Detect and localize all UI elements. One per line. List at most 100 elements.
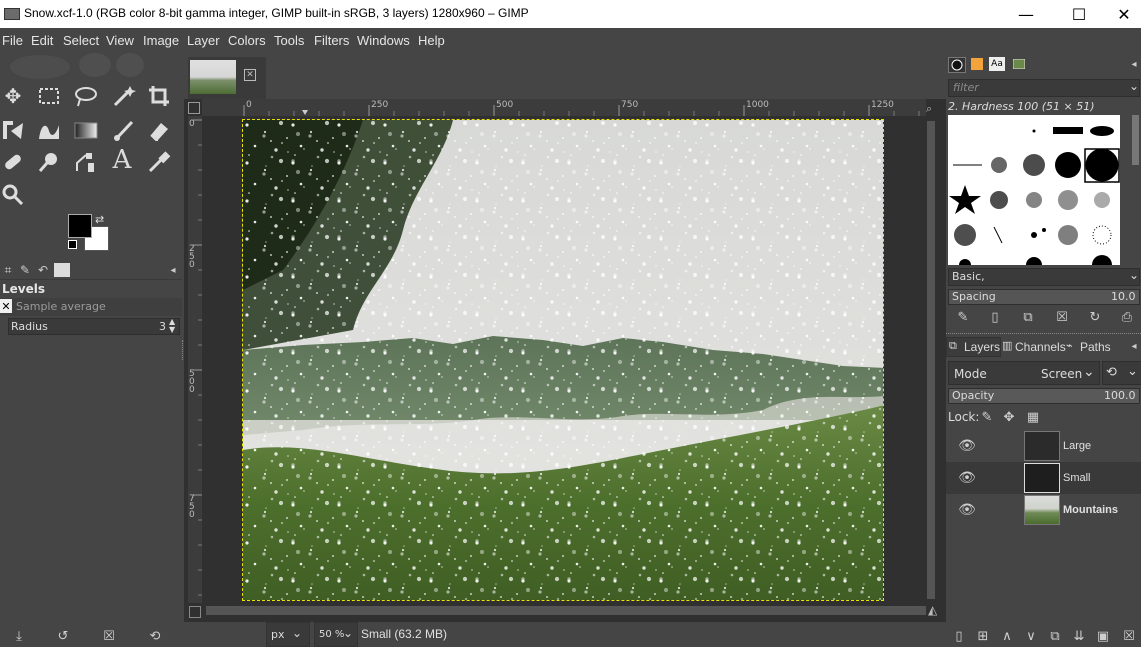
brush-tag-field[interactable]: Basic, ⌄ <box>948 268 1140 286</box>
configure-tab-icon[interactable]: ◂ <box>1126 57 1141 71</box>
patterns-tab-icon[interactable] <box>969 57 985 71</box>
brush-filter-input[interactable]: filter ⌄ <box>948 79 1140 97</box>
new-layer-group-icon[interactable]: ⊞ <box>974 628 992 644</box>
images-tab-icon[interactable] <box>54 263 70 277</box>
text-tool-icon[interactable]: A <box>109 145 135 175</box>
undo-history-tab-icon[interactable]: ↶ <box>35 263 51 277</box>
lock-position-icon[interactable]: ✥ <box>1000 409 1018 425</box>
navigate-icon[interactable]: ⌕ <box>926 102 938 115</box>
radius-spinbox[interactable]: Radius 3 ▲ ▼ <box>8 318 180 335</box>
menu-file[interactable]: File <box>2 33 23 48</box>
brush-grid-scrollbar[interactable] <box>1132 115 1139 165</box>
color-picker-tool-icon[interactable] <box>146 149 172 175</box>
delete-layer-icon[interactable]: ☒ <box>1120 628 1138 644</box>
layer-row-small[interactable]: 👁 Small <box>946 462 1141 494</box>
lasso-tool-icon[interactable] <box>73 83 99 109</box>
zoom-toggle-corner[interactable] <box>189 606 201 618</box>
default-colors-icon[interactable] <box>68 240 77 249</box>
layer-mode-selector[interactable]: Mode Screen ⌄ <box>948 361 1100 385</box>
vertical-ruler: 0 250 500 750 <box>188 116 202 603</box>
menu-layer[interactable]: Layer <box>187 33 220 48</box>
menu-edit[interactable]: Edit <box>31 33 53 48</box>
heal-tool-icon[interactable] <box>0 149 26 175</box>
fuzzy-select-tool-icon[interactable] <box>111 83 137 109</box>
menu-colors[interactable]: Colors <box>228 33 266 48</box>
eye-icon[interactable]: 👁 <box>956 499 978 521</box>
layer-row-mountains[interactable]: 👁 Mountains <box>946 494 1141 526</box>
menu-select[interactable]: Select <box>63 33 99 48</box>
layers-tab[interactable]: ⧉ Layers <box>946 337 1001 357</box>
chevron-down-icon[interactable]: ⌄ <box>1129 268 1139 282</box>
duplicate-brush-icon[interactable]: ⧉ <box>1019 309 1037 325</box>
unit-selector[interactable]: px ⌄ <box>266 622 310 647</box>
rect-select-tool-icon[interactable] <box>36 83 62 109</box>
brush-grid[interactable] <box>948 115 1120 265</box>
zoom-image-icon[interactable]: ◭ <box>928 603 937 617</box>
save-tool-preset-icon[interactable]: ⤓ <box>10 628 28 644</box>
configure-tab-icon[interactable]: ◂ <box>165 263 181 277</box>
opacity-label: Opacity <box>952 389 995 402</box>
reset-tool-options-icon[interactable]: ⟲ <box>146 628 164 644</box>
menu-tools[interactable]: Tools <box>274 33 304 48</box>
lock-pixels-icon[interactable]: ✎ <box>978 409 996 425</box>
device-status-tab-icon[interactable]: ✎ <box>17 263 33 277</box>
raise-layer-icon[interactable]: ∧ <box>998 628 1016 644</box>
composite-mode-button[interactable]: ⟲ ⌄ <box>1102 361 1141 385</box>
new-layer-icon[interactable]: ▯ <box>950 628 968 644</box>
gradients-tab-icon[interactable] <box>1011 57 1027 71</box>
configure-tab-icon[interactable]: ◂ <box>1126 339 1141 353</box>
zoom-selector[interactable]: 50 % ⌄ <box>314 622 358 647</box>
duplicate-layer-icon[interactable]: ⧉ <box>1046 628 1064 644</box>
menu-view[interactable]: View <box>106 33 134 48</box>
crop-tool-icon[interactable] <box>146 83 172 109</box>
close-image-tab-icon[interactable]: ✕ <box>244 69 256 81</box>
swap-colors-icon[interactable]: ⇄ <box>95 213 104 226</box>
move-tool-icon[interactable]: ✥ <box>0 83 26 109</box>
menu-help[interactable]: Help <box>418 33 445 48</box>
eye-icon[interactable]: 👁 <box>956 467 978 489</box>
menu-windows[interactable]: Windows <box>357 33 410 48</box>
eye-icon[interactable]: 👁 <box>956 435 978 457</box>
open-brush-as-image-icon[interactable]: ⎙ <box>1118 309 1136 325</box>
vertical-scrollbar[interactable] <box>927 121 935 599</box>
fonts-tab-icon[interactable]: Aa <box>989 57 1005 71</box>
maximize-button[interactable]: ☐ <box>1056 0 1102 28</box>
edit-brush-icon[interactable]: ✎ <box>954 309 972 325</box>
zoom-tool-icon[interactable] <box>0 181 26 207</box>
add-mask-icon[interactable]: ▣ <box>1094 628 1112 644</box>
delete-tool-preset-icon[interactable]: ☒ <box>100 628 118 644</box>
channels-tab[interactable]: ▥ Channels <box>1000 339 1066 355</box>
menu-filters[interactable]: Filters <box>314 33 349 48</box>
image-canvas[interactable] <box>242 119 884 601</box>
gradient-tool-icon[interactable] <box>73 117 99 143</box>
minimize-button[interactable]: — <box>1003 0 1049 28</box>
eraser-tool-icon[interactable] <box>146 117 172 143</box>
brushes-tab-icon[interactable] <box>948 57 966 73</box>
smudge-tool-icon[interactable] <box>36 149 62 175</box>
quick-mask-corner-icon[interactable] <box>188 102 200 114</box>
chevron-down-icon[interactable]: ⌄ <box>1129 79 1139 93</box>
merge-layer-icon[interactable]: ⇊ <box>1070 628 1088 644</box>
sample-average-checkbox[interactable]: ✕ <box>0 299 12 313</box>
foreground-color-swatch[interactable] <box>68 214 92 238</box>
menu-image[interactable]: Image <box>143 33 179 48</box>
unified-transform-tool-icon[interactable] <box>0 117 26 143</box>
close-button[interactable]: ✕ <box>1101 0 1141 28</box>
paths-tool-icon[interactable] <box>73 149 99 175</box>
delete-brush-icon[interactable]: ☒ <box>1053 309 1071 325</box>
restore-tool-preset-icon[interactable]: ↺ <box>54 628 72 644</box>
spacing-slider[interactable]: Spacing 10.0 <box>948 289 1140 305</box>
opacity-slider[interactable]: Opacity 100.0 <box>948 388 1140 404</box>
layer-row-large[interactable]: 👁 Large <box>946 430 1141 462</box>
horizontal-scrollbar[interactable] <box>206 606 926 615</box>
paths-tab[interactable]: ⌁ Paths <box>1066 339 1116 355</box>
lower-layer-icon[interactable]: ∨ <box>1022 628 1040 644</box>
refresh-brushes-icon[interactable]: ↻ <box>1086 309 1104 325</box>
paintbrush-tool-icon[interactable] <box>111 117 137 143</box>
radius-spin-arrows[interactable]: ▲ ▼ <box>169 318 175 334</box>
tool-options-tab-icon[interactable]: ⌗ <box>0 263 16 277</box>
new-brush-icon[interactable]: ▯ <box>986 309 1004 325</box>
lock-alpha-icon[interactable]: ▦ <box>1024 409 1042 425</box>
warp-transform-tool-icon[interactable] <box>36 117 62 143</box>
wilber-decoration <box>10 53 144 79</box>
